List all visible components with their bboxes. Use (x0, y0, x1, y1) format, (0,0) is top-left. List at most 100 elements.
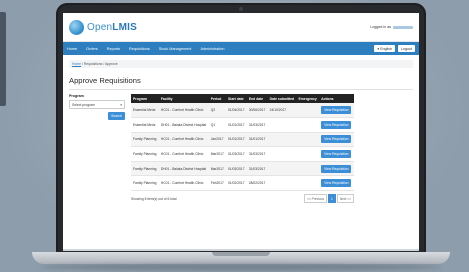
nav-home[interactable]: Home (67, 47, 77, 51)
cell-date-submitted (267, 117, 297, 133)
breadcrumb-home[interactable]: Home (72, 62, 81, 66)
header-actions: Actions (319, 94, 354, 103)
cell-program: Family Planning (131, 175, 159, 192)
requisitions-table-wrapper: Program Facility Period Start date End d… (131, 94, 354, 204)
cell-facility: DH01 - Balaka District Hospital (158, 117, 209, 133)
header-emergency: Emergency (296, 94, 320, 103)
user-name[interactable] (393, 25, 413, 29)
cell-program: Essential Meds (131, 103, 159, 119)
cell-facility: HC01 - Comfort Health Clinic (158, 175, 209, 192)
header-program: Program (131, 94, 159, 103)
cell-facility: DH01 - Balaka District Hospital (158, 161, 209, 177)
requisitions-table: Program Facility Period Start date End d… (131, 94, 354, 192)
cell-end-date: 31/03/2017 (246, 117, 268, 133)
cell-period: Q1 (208, 117, 227, 133)
user-area: Logged in as (370, 25, 413, 29)
cell-date-submitted (267, 132, 297, 148)
cell-period: Q2 (208, 103, 227, 119)
cell-emergency (296, 117, 320, 133)
cell-actions: View Requisition (319, 132, 354, 148)
cell-actions: View Requisition (319, 175, 354, 192)
cell-end-date: 28/02/2017 (246, 175, 268, 192)
table-row: Family Planning HC01 - Comfort Health Cl… (131, 132, 354, 148)
nav-right: ▾ English Logout (374, 45, 415, 52)
table-row: Essential Meds DH01 - Balaka District Ho… (131, 117, 354, 133)
chevron-down-icon: ▾ (120, 102, 122, 107)
cell-period: Feb2017 (208, 175, 227, 192)
header-start-date: Start date (226, 94, 247, 103)
breadcrumb: Home / Requisitions / Approve (69, 60, 413, 68)
cell-start-date: 01/04/2017 (226, 103, 247, 119)
cell-end-date: 31/03/2017 (246, 146, 268, 162)
cell-end-date: 30/06/2017 (246, 103, 268, 119)
view-requisition-button[interactable]: View Requisition (321, 150, 352, 159)
cell-program: Family Planning (131, 161, 159, 177)
cell-actions: View Requisition (319, 161, 354, 177)
language-select[interactable]: ▾ English (374, 45, 395, 52)
next-page-button[interactable]: Next >> (336, 194, 354, 204)
cell-date-submitted (267, 175, 297, 192)
table-row: Essential Meds HC01 - Comfort Health Cli… (131, 103, 354, 119)
laptop-notch (212, 252, 270, 256)
breadcrumb-current: Approve (105, 62, 118, 66)
main-content: Home / Requisitions / Approve Approve Re… (63, 55, 419, 204)
nav-stock-management[interactable]: Stock Management (159, 47, 192, 51)
header-date-submitted: Date submitted (267, 94, 297, 103)
cell-program: Family Planning (131, 132, 159, 148)
screen-bottom-edge (63, 249, 419, 251)
cell-start-date: 01/03/2017 (226, 146, 247, 162)
page-1-button[interactable]: 1 (328, 194, 336, 204)
logged-in-label: Logged in as (370, 25, 391, 29)
table-row: Family Planning HC01 - Comfort Health Cl… (131, 175, 354, 192)
view-requisition-button[interactable]: View Requisition (321, 164, 352, 173)
showing-count: Showing 6 item(s) out of 6 total (131, 196, 177, 201)
cell-period: Mar2017 (208, 146, 227, 162)
logout-button[interactable]: Logout (398, 45, 415, 52)
table-row: Family Planning HC01 - Comfort Health Cl… (131, 146, 354, 162)
program-label: Program (69, 94, 84, 98)
header-facility: Facility (158, 94, 209, 103)
view-requisition-button[interactable]: View Requisition (321, 135, 352, 144)
cell-date-submitted: 24/10/2017 (267, 103, 297, 119)
laptop-shadow (40, 264, 442, 270)
nav-orders[interactable]: Orders (86, 47, 98, 51)
table-footer: Showing 6 item(s) out of 6 total << Prev… (131, 194, 354, 204)
cell-start-date: 01/01/2017 (226, 117, 247, 133)
cell-date-submitted (267, 161, 297, 177)
cell-emergency (296, 175, 320, 192)
webcam-icon (239, 7, 243, 11)
nav-requisitions[interactable]: Requisitions (129, 47, 150, 51)
filter-panel: Program Select program ▾ Search (69, 94, 125, 203)
header-period: Period (208, 94, 227, 103)
pagination: << Previous 1 Next >> (304, 194, 354, 204)
laptop-screen: OpenLMIS Logged in as Home Orders Report… (63, 13, 419, 251)
cell-facility: HC01 - Comfort Health Clinic (158, 103, 209, 119)
page-title: Approve Requisitions (69, 76, 413, 90)
cell-emergency (296, 132, 320, 148)
cell-facility: HC01 - Comfort Health Clinic (158, 132, 209, 148)
view-requisition-button[interactable]: View Requisition (321, 106, 352, 115)
program-select[interactable]: Select program ▾ (69, 100, 125, 109)
cell-emergency (296, 103, 320, 119)
cell-program: Essential Meds (131, 117, 159, 133)
cell-period: Jan2017 (208, 132, 227, 148)
content-area: Program Select program ▾ Search Program … (69, 94, 413, 204)
cell-end-date: 31/03/2017 (246, 161, 268, 177)
search-button[interactable]: Search (108, 112, 125, 120)
nav-reports[interactable]: Reports (107, 47, 120, 51)
logo[interactable]: OpenLMIS (69, 19, 137, 35)
cell-start-date: 01/03/2017 (226, 161, 247, 177)
previous-page-button[interactable]: << Previous (304, 194, 328, 204)
view-requisition-button[interactable]: View Requisition (321, 120, 352, 129)
view-requisition-button[interactable]: View Requisition (321, 179, 352, 188)
cell-actions: View Requisition (319, 103, 354, 119)
cell-emergency (296, 161, 320, 177)
breadcrumb-requisitions: Requisitions (83, 62, 103, 66)
breadcrumb-separator: / (82, 62, 83, 66)
cell-end-date: 31/01/2017 (246, 132, 268, 148)
table-header-row: Program Facility Period Start date End d… (131, 94, 354, 103)
table-row: Family Planning DH01 - Balaka District H… (131, 161, 354, 177)
cell-period: Mar2017 (208, 161, 227, 177)
nav-administration[interactable]: Administration (200, 47, 224, 51)
cell-start-date: 01/01/2017 (226, 132, 247, 148)
